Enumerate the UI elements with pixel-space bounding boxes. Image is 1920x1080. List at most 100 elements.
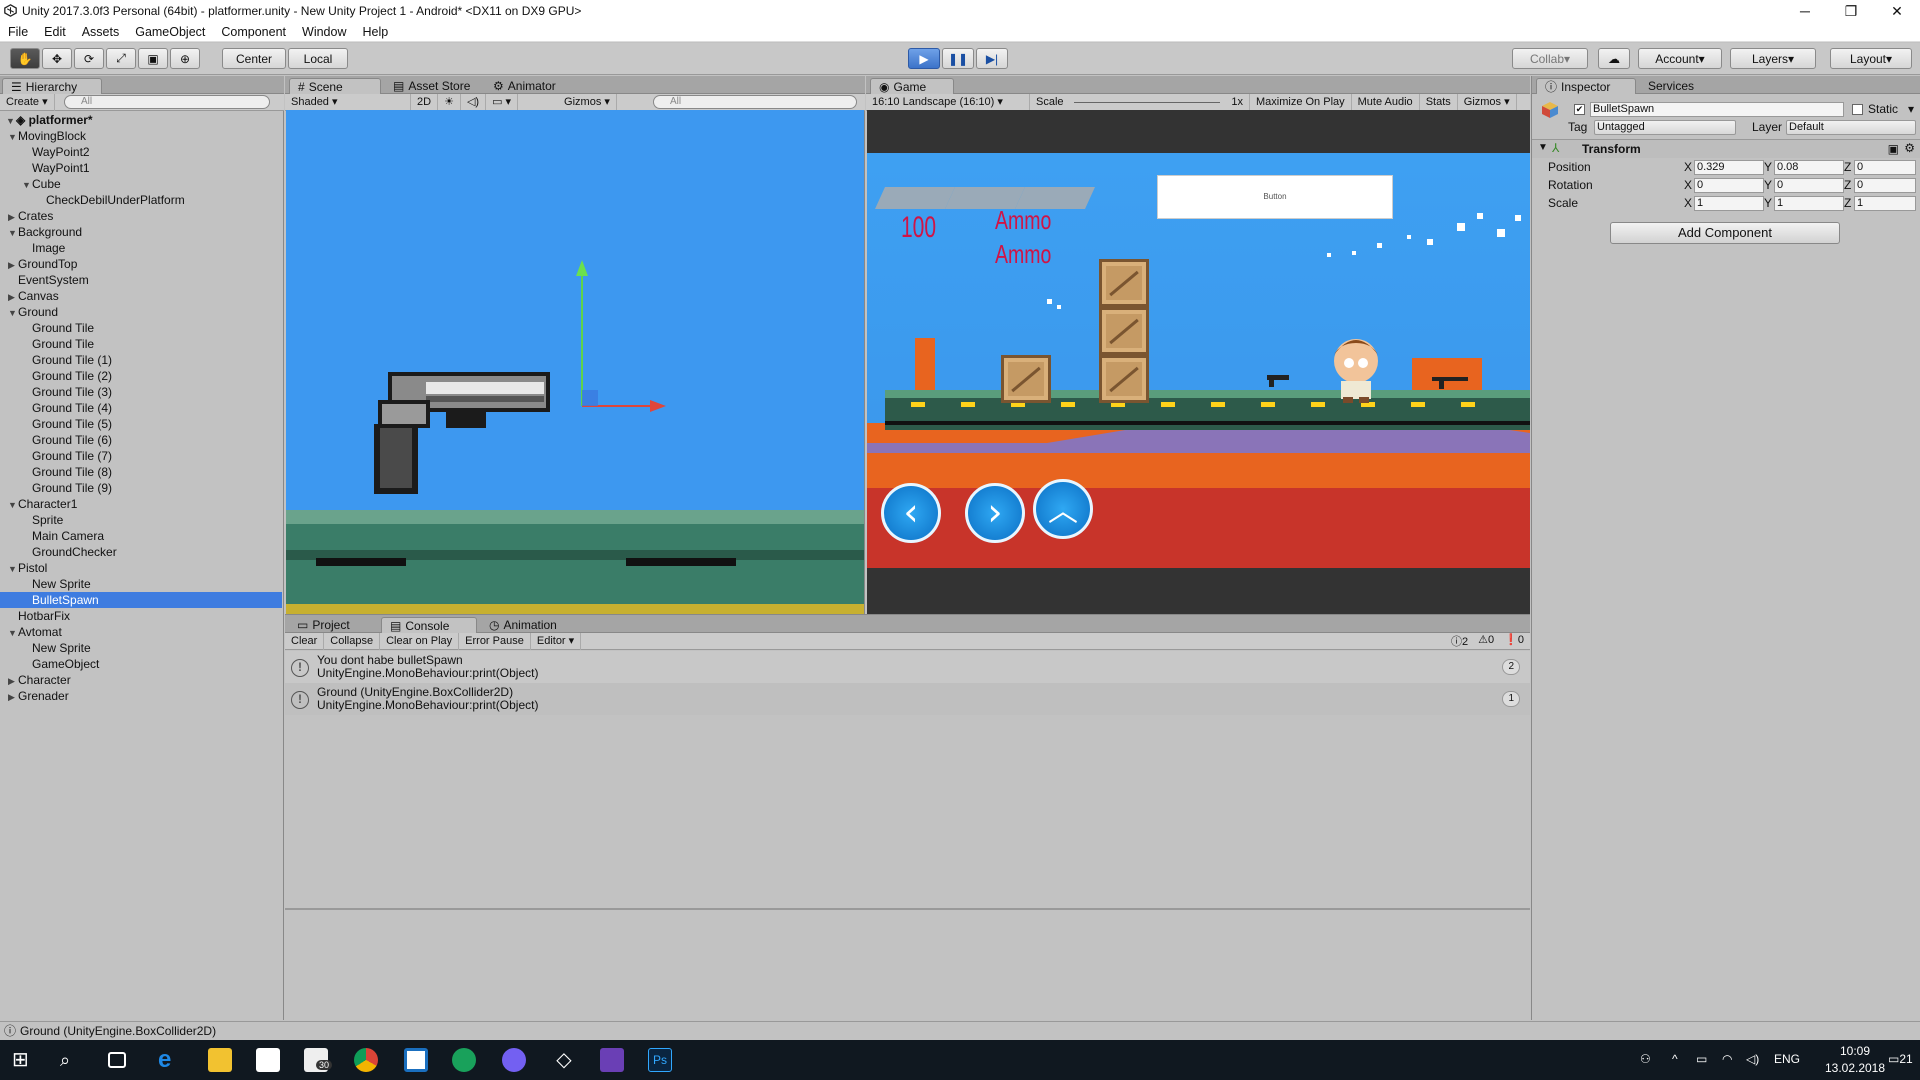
collapse-arrow-icon[interactable]: ▶ bbox=[8, 257, 18, 273]
expand-arrow-icon[interactable]: ▼ bbox=[8, 305, 18, 321]
ui-button[interactable]: Button bbox=[1157, 175, 1393, 219]
log-entry[interactable]: ! You dont habe bulletSpawn UnityEngine.M… bbox=[285, 651, 1530, 683]
log-entry[interactable]: ! Ground (UnityEngine.BoxCollider2D) Unit… bbox=[285, 683, 1530, 715]
search-icon[interactable]: ⌕ bbox=[60, 1048, 84, 1072]
hierarchy-item[interactable]: Main Camera bbox=[0, 528, 282, 544]
tray-chevron-icon[interactable]: ^ bbox=[1672, 1052, 1678, 1066]
layer-dropdown[interactable]: Default bbox=[1786, 120, 1916, 135]
light-toggle[interactable]: ☀ bbox=[438, 93, 461, 111]
hierarchy-item[interactable]: Ground Tile (9) bbox=[0, 480, 282, 496]
hierarchy-item[interactable]: ▶ Grenader bbox=[0, 688, 282, 704]
2d-toggle[interactable]: 2D bbox=[411, 93, 439, 111]
hierarchy-item[interactable]: HotbarFix bbox=[0, 608, 282, 624]
account-dropdown[interactable]: Account ▾ bbox=[1638, 48, 1722, 69]
gear-icon[interactable]: ⚙ bbox=[1904, 141, 1915, 155]
hierarchy-item[interactable]: WayPoint1 bbox=[0, 160, 282, 176]
notes-icon[interactable] bbox=[404, 1048, 428, 1072]
mute-audio-toggle[interactable]: Mute Audio bbox=[1352, 93, 1420, 111]
hierarchy-item[interactable]: CheckDebilUnderPlatform bbox=[0, 192, 282, 208]
hierarchy-item[interactable]: Ground Tile (7) bbox=[0, 448, 282, 464]
y-axis-label[interactable]: Y bbox=[1764, 160, 1772, 174]
hierarchy-item[interactable]: New Sprite bbox=[0, 576, 282, 592]
x-value-field[interactable]: 1 bbox=[1694, 196, 1764, 211]
scene-gizmos-dropdown[interactable]: Gizmos ▾ bbox=[558, 93, 617, 111]
menu-assets[interactable]: Assets bbox=[74, 25, 128, 39]
hand-tool-button[interactable]: ✋ bbox=[10, 48, 40, 69]
expand-arrow-icon[interactable]: ▼ bbox=[22, 177, 32, 193]
collapse-toggle[interactable]: Collapse bbox=[324, 632, 381, 650]
maximize-button[interactable]: ❐ bbox=[1828, 0, 1874, 22]
hierarchy-item[interactable]: Ground Tile (4) bbox=[0, 400, 282, 416]
tab-game[interactable]: ◉ Game bbox=[870, 78, 954, 94]
tab-inspector[interactable]: ⓘ Inspector bbox=[1536, 78, 1636, 94]
battery-icon[interactable]: ▭ bbox=[1696, 1052, 1707, 1066]
hierarchy-item[interactable]: BulletSpawn bbox=[0, 592, 282, 608]
collapse-arrow-icon[interactable]: ▶ bbox=[8, 689, 18, 705]
menu-help[interactable]: Help bbox=[354, 25, 396, 39]
hierarchy-item[interactable]: Ground Tile (5) bbox=[0, 416, 282, 432]
hierarchy-item[interactable]: Ground Tile (1) bbox=[0, 352, 282, 368]
notification-icon[interactable]: ▭21 bbox=[1888, 1052, 1913, 1066]
hierarchy-item[interactable]: New Sprite bbox=[0, 640, 282, 656]
editor-dropdown[interactable]: Editor ▾ bbox=[531, 632, 582, 650]
hierarchy-item[interactable]: ▼Avtomat bbox=[0, 624, 282, 640]
tab-animation[interactable]: ◷ Animation bbox=[481, 617, 565, 633]
volume-icon[interactable]: ◁) bbox=[1746, 1052, 1759, 1066]
step-button[interactable]: ▶| bbox=[976, 48, 1008, 69]
game-gizmos-dropdown[interactable]: Gizmos ▾ bbox=[1458, 93, 1517, 111]
expand-arrow-icon[interactable]: ▼ bbox=[8, 561, 18, 577]
audio-toggle[interactable]: ◁) bbox=[461, 93, 487, 111]
tab-asset-store[interactable]: ▤ Asset Store bbox=[385, 78, 478, 94]
console-splitter[interactable] bbox=[285, 908, 1530, 910]
z-value-field[interactable]: 0 bbox=[1854, 160, 1916, 175]
transform-header[interactable]: ▼ ⅄ Transform ▣ ⚙ bbox=[1532, 140, 1920, 158]
hierarchy-item[interactable]: ▼Ground bbox=[0, 304, 282, 320]
hierarchy-item[interactable]: Ground Tile bbox=[0, 336, 282, 352]
pivot-local-button[interactable]: Local bbox=[288, 48, 348, 69]
collapse-arrow-icon[interactable]: ▶ bbox=[8, 673, 18, 689]
static-dropdown[interactable]: ▾ bbox=[1908, 102, 1914, 116]
expand-arrow-icon[interactable]: ▼ bbox=[8, 225, 18, 241]
tab-console[interactable]: ▤ Console bbox=[381, 617, 477, 633]
hierarchy-item[interactable]: ▼Cube bbox=[0, 176, 282, 192]
language-indicator[interactable]: ENG bbox=[1774, 1052, 1800, 1066]
active-checkbox[interactable]: ✔ bbox=[1574, 104, 1585, 115]
close-button[interactable]: ✕ bbox=[1874, 0, 1920, 22]
x-value-field[interactable]: 0 bbox=[1694, 178, 1764, 193]
x-axis-label[interactable]: X bbox=[1684, 196, 1692, 210]
error-pause-toggle[interactable]: Error Pause bbox=[459, 632, 531, 650]
scale-slider[interactable]: Scale 1x bbox=[1030, 93, 1250, 111]
hierarchy-item[interactable]: Ground Tile (3) bbox=[0, 384, 282, 400]
hierarchy-item[interactable]: GameObject bbox=[0, 656, 282, 672]
clear-on-play-toggle[interactable]: Clear on Play bbox=[380, 632, 460, 650]
hierarchy-item[interactable]: GroundChecker bbox=[0, 544, 282, 560]
visual-studio-icon[interactable] bbox=[600, 1048, 624, 1072]
hierarchy-item[interactable]: ▶ GroundTop bbox=[0, 256, 282, 272]
y-value-field[interactable]: 1 bbox=[1774, 196, 1844, 211]
help-icon[interactable]: ▣ bbox=[1888, 142, 1899, 156]
hierarchy-item[interactable]: ▼Character1 bbox=[0, 496, 282, 512]
hierarchy-item[interactable]: Ground Tile (2) bbox=[0, 368, 282, 384]
hierarchy-item[interactable]: WayPoint2 bbox=[0, 144, 282, 160]
rotate-tool-button[interactable]: ⟳ bbox=[74, 48, 104, 69]
clock-time[interactable]: 10:09 bbox=[1820, 1044, 1890, 1058]
store-icon[interactable] bbox=[256, 1048, 280, 1072]
collapse-arrow-icon[interactable]: ▶ bbox=[8, 289, 18, 305]
expand-arrow-icon[interactable]: ▼ bbox=[8, 625, 18, 641]
hierarchy-search-input[interactable]: All bbox=[64, 95, 270, 109]
layout-dropdown[interactable]: Layout ▾ bbox=[1830, 48, 1912, 69]
menu-window[interactable]: Window bbox=[294, 25, 354, 39]
windows-start-icon[interactable]: ⊞ bbox=[12, 1048, 36, 1072]
z-value-field[interactable]: 0 bbox=[1854, 178, 1916, 193]
hierarchy-item[interactable]: Sprite bbox=[0, 512, 282, 528]
tab-hierarchy[interactable]: ☰ Hierarchy bbox=[2, 78, 102, 94]
clock-date[interactable]: 13.02.2018 bbox=[1820, 1061, 1890, 1075]
move-gizmo[interactable] bbox=[576, 260, 666, 412]
pause-button[interactable]: ❚❚ bbox=[942, 48, 974, 69]
file-explorer-icon[interactable] bbox=[208, 1048, 232, 1072]
x-axis-label[interactable]: X bbox=[1684, 178, 1692, 192]
hierarchy-item[interactable]: EventSystem bbox=[0, 272, 282, 288]
tab-project[interactable]: ▭ Project bbox=[289, 617, 358, 633]
tab-scene[interactable]: # Scene bbox=[289, 78, 381, 94]
viber-icon[interactable] bbox=[502, 1048, 526, 1072]
